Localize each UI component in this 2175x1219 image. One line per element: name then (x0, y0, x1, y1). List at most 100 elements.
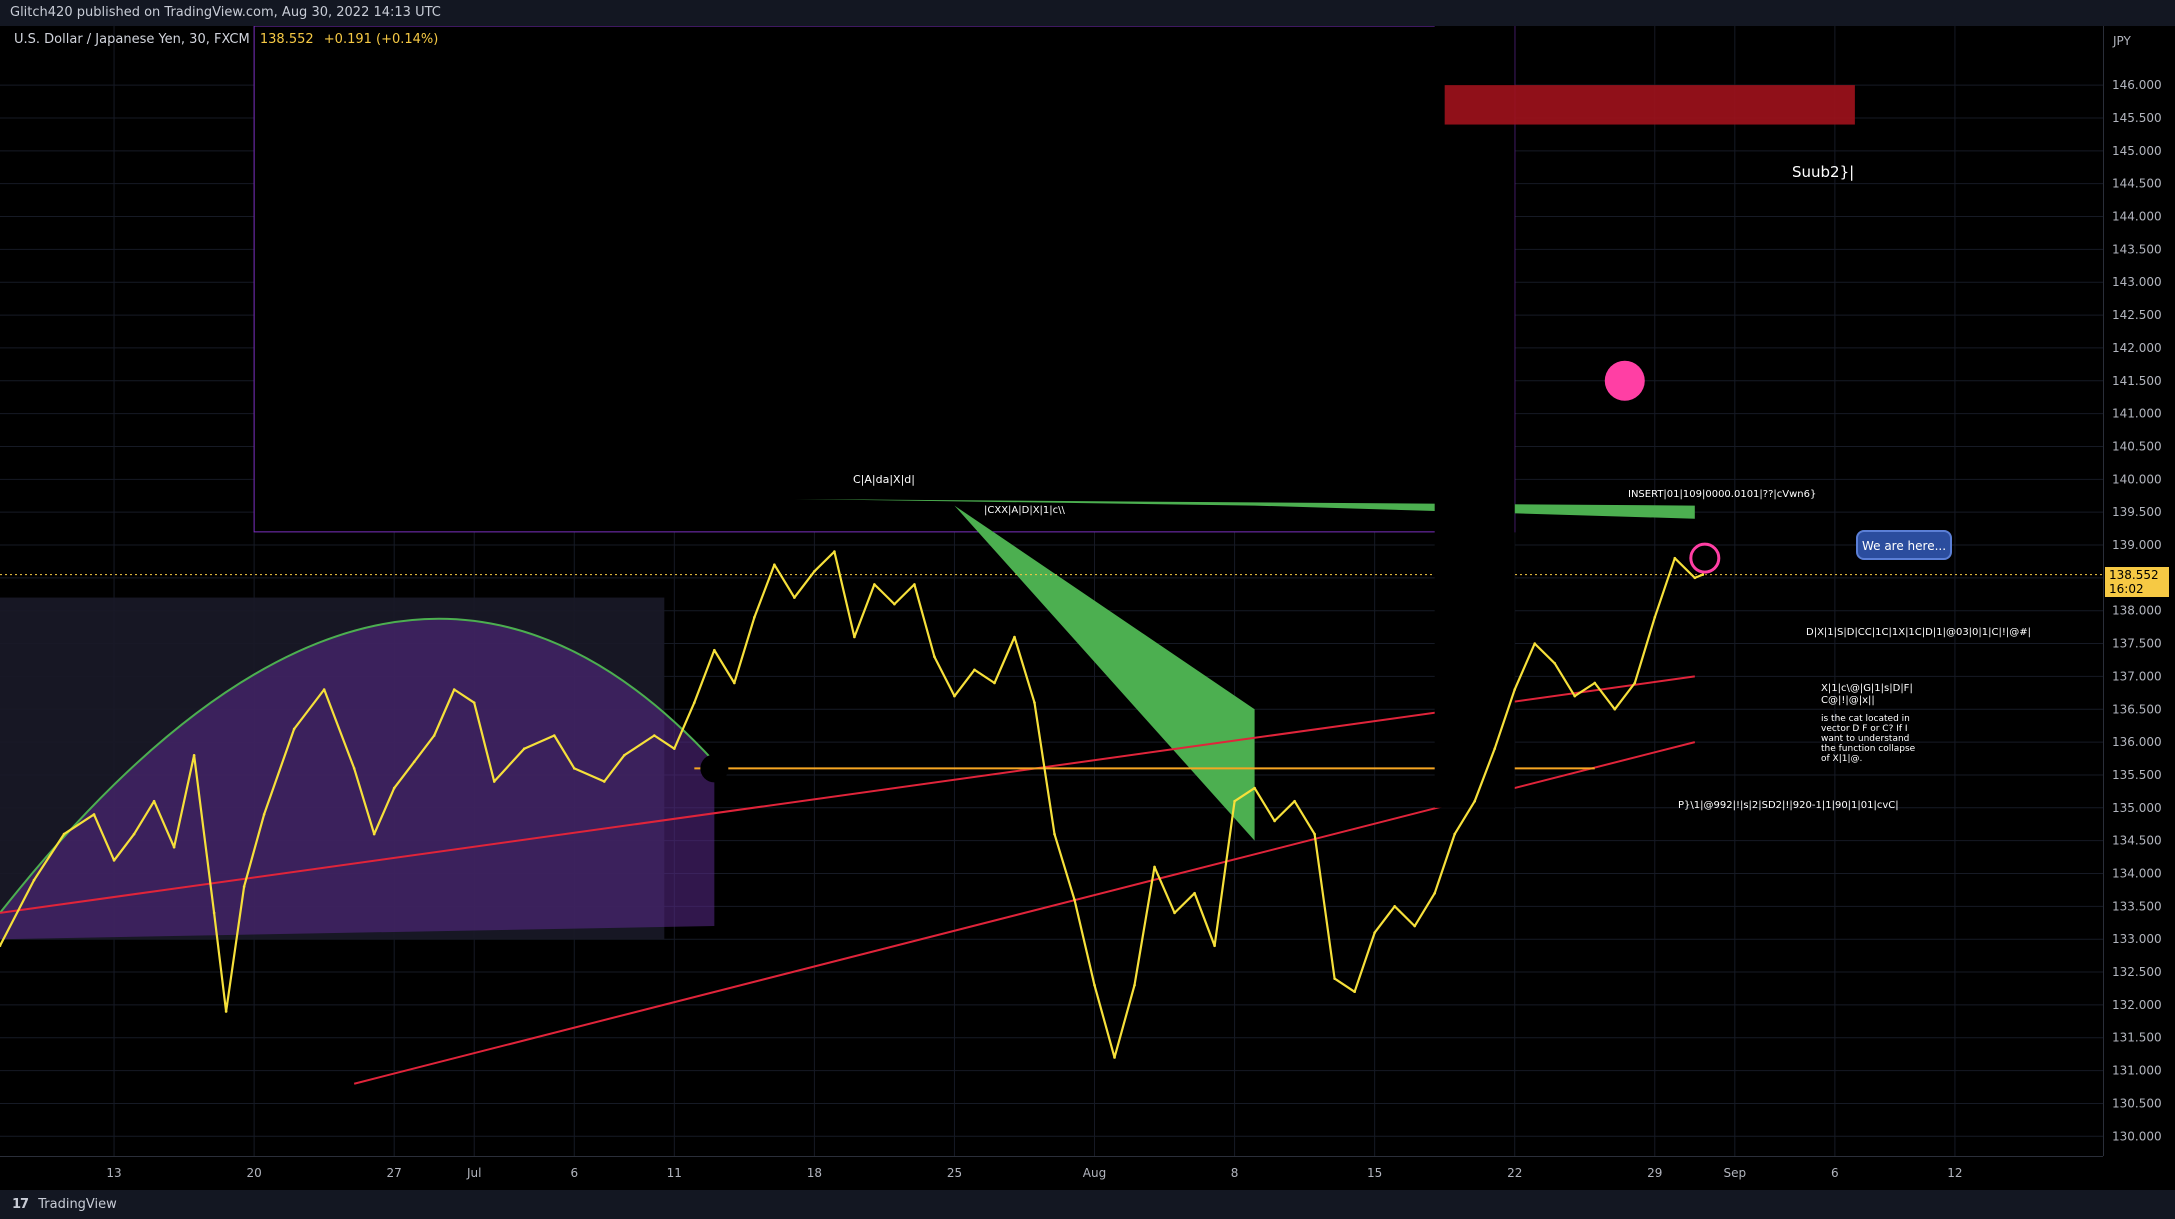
price-point (152, 799, 156, 803)
time-tick-label: Aug (1083, 1166, 1106, 1180)
price-point (92, 813, 96, 816)
time-tick-label: 20 (246, 1166, 261, 1180)
price-tick-label: 134.500 (2112, 834, 2162, 848)
price-tick-label: 139.000 (2112, 538, 2162, 552)
price-point (62, 832, 66, 836)
price-point (412, 760, 416, 764)
price-point (1653, 615, 1657, 619)
price-point (1613, 707, 1617, 711)
price-point (1013, 635, 1016, 639)
symbol-legend[interactable]: U.S. Dollar / Japanese Yen, 30, FXCM 138… (14, 32, 438, 47)
price-point (1153, 865, 1156, 869)
price-tick-label: 137.500 (2112, 637, 2162, 651)
price-tick-label: 137.000 (2112, 669, 2162, 683)
time-tick-label: 29 (1647, 1166, 1662, 1180)
price-point (1293, 799, 1296, 803)
price-point (833, 550, 836, 553)
tradingview-logo-icon: 17 (12, 1197, 29, 1212)
price-tick-label: 131.500 (2112, 1031, 2162, 1045)
price-tick-label: 143.000 (2112, 275, 2162, 289)
price-point (572, 767, 576, 770)
price-point (1433, 891, 1436, 895)
price-point (993, 681, 996, 685)
tradingview-footer: 17 TradingView (0, 1190, 2175, 1219)
price-point (1693, 576, 1697, 580)
drawing-overlays (0, 26, 2103, 1085)
price-change: +0.191 (+0.14%) (323, 32, 439, 47)
price-point (602, 780, 606, 783)
price-point (1553, 661, 1557, 665)
price-point (1333, 977, 1336, 980)
time-tick-label: 22 (1507, 1166, 1522, 1180)
price-point (132, 832, 136, 836)
price-point (224, 1010, 228, 1013)
price-point (242, 885, 246, 888)
axis-unit-label: JPY (2113, 34, 2131, 48)
red-block (1444, 85, 1855, 125)
price-point (1673, 556, 1677, 560)
price-tick-label: 142.500 (2112, 308, 2162, 322)
price-point (322, 688, 326, 691)
current-price-value: 138.552 (2109, 567, 2159, 582)
price-tick-label: 134.000 (2112, 867, 2162, 881)
price-point (372, 832, 376, 836)
price-point (1133, 983, 1136, 987)
time-axis[interactable]: 13 20 27 Jul 6 11 18 25 Aug 8 15 22 29 Sep 6 12 (0, 1156, 2103, 1191)
price-tick-label: 140.000 (2112, 472, 2162, 486)
price-point (432, 734, 436, 737)
price-tick-label: 143.500 (2112, 242, 2162, 256)
price-point (212, 911, 216, 915)
price-tick-label: 135.000 (2112, 801, 2162, 815)
price-chart[interactable] (0, 26, 2103, 1156)
black-bar (1434, 26, 1515, 808)
price-point (753, 615, 756, 619)
price-tick-label: 135.500 (2112, 768, 2162, 782)
price-point (1701, 573, 1705, 576)
price-point (172, 845, 176, 849)
price-point (1453, 832, 1456, 836)
price-tick-label: 140.500 (2112, 439, 2162, 453)
price-tick-label: 130.000 (2112, 1129, 2162, 1143)
price-tick-label: 136.000 (2112, 735, 2162, 749)
price-tick-label: 146.000 (2112, 78, 2162, 92)
price-tick-label: 144.500 (2112, 177, 2162, 191)
publisher-text: Glitch420 published on TradingView.com, … (10, 5, 441, 20)
price-point (622, 753, 626, 757)
time-tick-label: Jul (466, 1166, 481, 1180)
price-point (953, 694, 956, 698)
price-point (693, 701, 696, 704)
price-point (813, 569, 816, 573)
price-tick-label: 145.500 (2112, 111, 2162, 125)
time-tick-label: 18 (807, 1166, 822, 1180)
price-point (352, 767, 356, 770)
price-point (1033, 701, 1036, 704)
black-dot (700, 754, 729, 783)
formula-label-1: D|X|1|S|D|CC|1C|1X|1C|D|1|@03|0|1|C|!|@#… (1806, 627, 2031, 638)
price-point (933, 655, 936, 658)
price-point (1193, 891, 1196, 895)
price-point (713, 648, 716, 652)
price-point (653, 734, 656, 737)
price-tick-label: 132.000 (2112, 998, 2162, 1012)
formula-label-3: P}\1|@992|!|s|2|SD2|!|920-1|1|90|1|01|cv… (1678, 800, 1899, 811)
box-zone (253, 26, 1516, 533)
price-tick-label: 133.000 (2112, 932, 2162, 946)
price-point (1113, 1056, 1116, 1059)
price-tick-label: 141.000 (2112, 407, 2162, 421)
formula-label-2: X|1|c\@|G|1|s|D|F| C@|!|@|x|| (1821, 683, 1913, 706)
price-point (1413, 924, 1416, 928)
symbol-name[interactable]: U.S. Dollar / Japanese Yen, 30, FXCM (14, 32, 250, 47)
price-point (112, 859, 116, 862)
price-point (32, 878, 36, 882)
price-point (1093, 983, 1096, 987)
price-point (492, 780, 496, 783)
time-tick-label: 27 (387, 1166, 402, 1180)
top-label: C|A|da|X|d| (853, 473, 915, 486)
we-are-here-callout: We are here... (1856, 530, 1952, 560)
price-point (1493, 747, 1497, 750)
price-tick-label: 136.500 (2112, 702, 2162, 716)
price-tick-label: 144.000 (2112, 210, 2162, 224)
price-point (1373, 931, 1376, 934)
time-tick-label: Sep (1724, 1166, 1747, 1180)
price-point (1273, 819, 1276, 823)
